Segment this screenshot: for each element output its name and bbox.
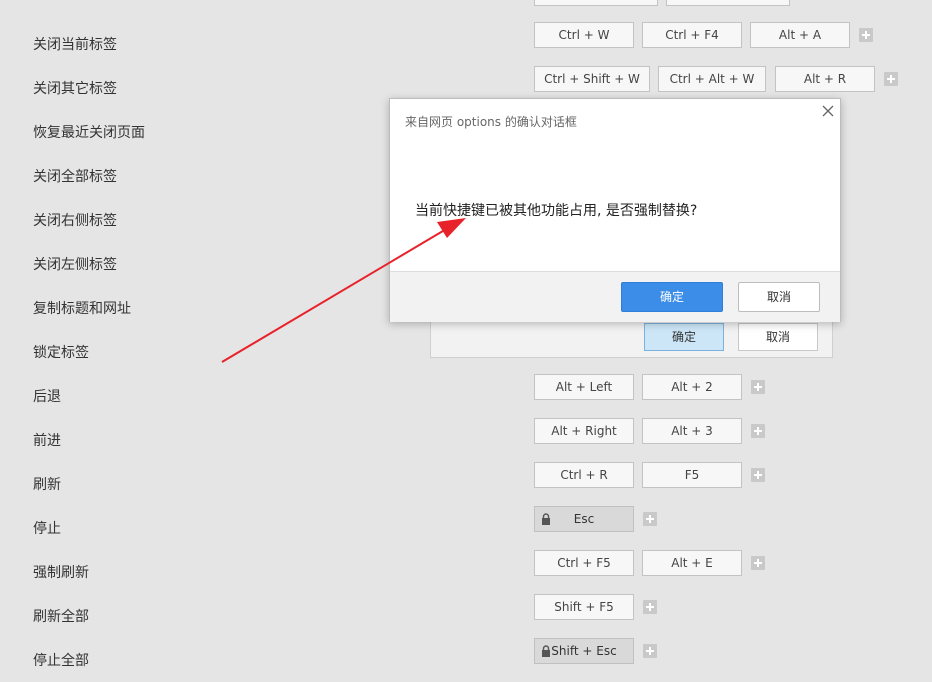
shortcut-label: 锁定标签 <box>33 345 89 361</box>
shortcut-key-label: Alt + A <box>778 28 822 42</box>
shortcut-key[interactable]: Alt + Right <box>534 418 634 444</box>
shortcut-row: 前进 Alt + Right Alt + 3 <box>0 418 932 462</box>
dialog-ok-button[interactable]: 确定 <box>621 282 723 312</box>
shortcut-row: 后退 Alt + Left Alt + 2 <box>0 374 932 418</box>
shortcut-label: 刷新全部 <box>33 609 89 625</box>
shortcut-key-label: Ctrl + Alt + W <box>669 72 755 86</box>
shortcut-key-label: Alt + 2 <box>671 380 713 394</box>
shortcut-key-label: Ctrl + Shift + W <box>544 72 640 86</box>
shortcut-label: 停止全部 <box>33 653 89 669</box>
shortcut-label: 后退 <box>33 389 61 405</box>
add-shortcut-icon[interactable] <box>751 556 765 570</box>
add-shortcut-icon[interactable] <box>751 380 765 394</box>
add-shortcut-icon[interactable] <box>643 512 657 526</box>
shortcut-key-label: Shift + F5 <box>554 600 614 614</box>
shortcut-row: 强制刷新 Ctrl + F5 Alt + E <box>0 550 932 594</box>
shortcut-key-label: Shift + Esc <box>551 644 617 658</box>
shortcut-key[interactable]: F5 <box>642 462 742 488</box>
add-shortcut-icon[interactable] <box>859 28 873 42</box>
shortcut-key-label: Alt + R <box>803 72 847 86</box>
add-shortcut-icon[interactable] <box>751 424 765 438</box>
shortcut-key[interactable]: Ctrl + F4 <box>642 22 742 48</box>
inner-cancel-button[interactable]: 取消 <box>738 323 818 351</box>
inner-ok-button[interactable]: 确定 <box>644 323 724 351</box>
shortcut-label: 恢复最近关闭页面 <box>33 125 145 141</box>
add-shortcut-icon[interactable] <box>643 644 657 658</box>
shortcut-label: 关闭左侧标签 <box>33 257 117 273</box>
dialog-footer: 确定 取消 <box>390 271 840 322</box>
shortcut-key[interactable]: Ctrl + R <box>534 462 634 488</box>
shortcut-key-label: Alt + Right <box>551 424 617 438</box>
shortcut-key[interactable]: Shift + Esc <box>534 638 634 664</box>
shortcut-row: 停止全部 Shift + Esc <box>0 638 932 682</box>
lock-icon <box>542 513 550 525</box>
partial-key-above-2[interactable] <box>666 0 790 6</box>
dialog-cancel-button[interactable]: 取消 <box>738 282 820 312</box>
lock-icon <box>542 645 550 657</box>
shortcut-key[interactable]: Alt + R <box>775 66 875 92</box>
shortcut-row: 关闭当前标签 Ctrl + W Ctrl + F4 Alt + A <box>0 22 932 66</box>
shortcut-key[interactable]: Alt + Left <box>534 374 634 400</box>
shortcut-label: 关闭全部标签 <box>33 169 117 185</box>
shortcut-key-label: Alt + 3 <box>671 424 713 438</box>
shortcut-key[interactable]: Ctrl + Shift + W <box>534 66 650 92</box>
shortcut-key[interactable]: Shift + F5 <box>534 594 634 620</box>
shortcut-label: 复制标题和网址 <box>33 301 131 317</box>
add-shortcut-icon[interactable] <box>751 468 765 482</box>
shortcut-label: 关闭其它标签 <box>33 81 117 97</box>
partial-key-above-1[interactable] <box>534 0 658 6</box>
shortcut-key-label: Alt + E <box>671 556 713 570</box>
close-icon[interactable] <box>822 105 834 117</box>
shortcut-key[interactable]: Alt + 3 <box>642 418 742 444</box>
add-shortcut-icon[interactable] <box>884 72 898 86</box>
shortcut-key-label: Ctrl + W <box>558 28 610 42</box>
shortcut-label: 刷新 <box>33 477 61 493</box>
shortcut-key-label: Alt + Left <box>555 380 613 394</box>
shortcut-label: 停止 <box>33 521 61 537</box>
shortcut-row: 停止 Esc <box>0 506 932 550</box>
dialog-title: 来自网页 options 的确认对话框 <box>405 115 577 129</box>
shortcut-row: 刷新全部 Shift + F5 <box>0 594 932 638</box>
shortcut-key[interactable]: Ctrl + F5 <box>534 550 634 576</box>
shortcut-key[interactable]: Ctrl + W <box>534 22 634 48</box>
shortcut-row: 刷新 Ctrl + R F5 <box>0 462 932 506</box>
shortcut-key[interactable]: Ctrl + Alt + W <box>658 66 766 92</box>
shortcut-key[interactable]: Alt + 2 <box>642 374 742 400</box>
shortcut-key-label: Ctrl + F4 <box>665 28 719 42</box>
shortcut-key-label: Ctrl + F5 <box>557 556 611 570</box>
shortcut-key[interactable]: Esc <box>534 506 634 532</box>
shortcut-label: 关闭右侧标签 <box>33 213 117 229</box>
shortcut-label: 强制刷新 <box>33 565 89 581</box>
shortcut-label: 前进 <box>33 433 61 449</box>
shortcut-key[interactable]: Alt + E <box>642 550 742 576</box>
dialog-message: 当前快捷键已被其他功能占用, 是否强制替换? <box>415 203 698 219</box>
shortcut-key-label: Ctrl + R <box>560 468 608 482</box>
shortcut-key[interactable]: Alt + A <box>750 22 850 48</box>
shortcut-key-label: F5 <box>684 468 700 482</box>
confirm-dialog: 来自网页 options 的确认对话框 当前快捷键已被其他功能占用, 是否强制替… <box>389 98 841 322</box>
add-shortcut-icon[interactable] <box>643 600 657 614</box>
shortcut-key-label: Esc <box>573 512 595 526</box>
shortcut-label: 关闭当前标签 <box>33 37 117 53</box>
